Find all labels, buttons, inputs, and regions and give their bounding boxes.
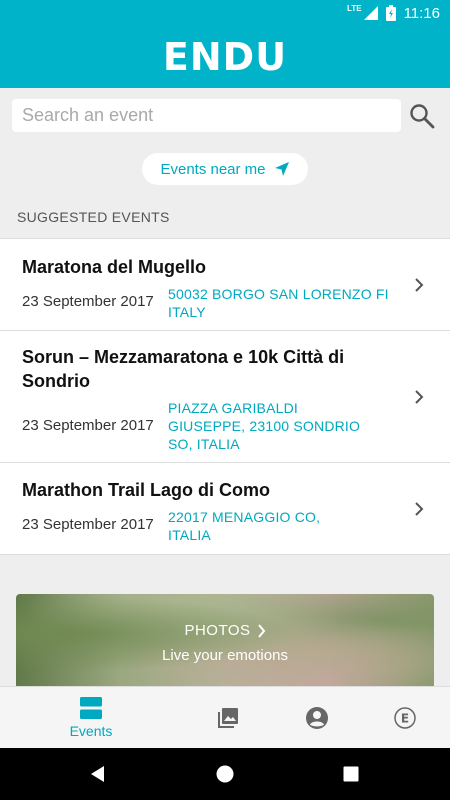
suggested-events-heading: SUGGESTED EVENTS	[17, 209, 170, 225]
event-title: Marathon Trail Lago di Como	[22, 480, 271, 500]
recents-button[interactable]	[321, 748, 381, 800]
events-near-me-button[interactable]: Events near me	[142, 153, 308, 185]
event-item[interactable]: Marathon Trail Lago di Como 23 September…	[0, 463, 450, 554]
nav-tab-endu[interactable]: E	[385, 687, 425, 749]
search-button[interactable]	[406, 100, 438, 132]
event-item[interactable]: Maratona del Mugello 23 September 2017 5…	[0, 239, 450, 331]
endu-e-icon: E	[394, 707, 416, 729]
search-icon	[410, 104, 435, 129]
battery-icon	[385, 5, 396, 21]
events-icon	[80, 697, 102, 719]
suggested-events-list: Maratona del Mugello 23 September 2017 5…	[0, 238, 450, 555]
nav-tab-photos[interactable]	[208, 687, 248, 749]
network-type: LTE	[347, 3, 362, 13]
search-input[interactable]	[12, 98, 401, 132]
chevron-right-icon	[415, 277, 424, 292]
search-row	[0, 88, 450, 142]
event-date: 23 September 2017	[22, 417, 154, 434]
back-icon	[91, 766, 104, 782]
photos-title: PHOTOS	[184, 622, 251, 639]
home-button[interactable]	[195, 748, 255, 800]
photos-link[interactable]: PHOTOS	[184, 622, 265, 639]
signal-icon	[363, 6, 378, 20]
events-near-me-label: Events near me	[160, 160, 266, 178]
event-item[interactable]: Sorun – Mezzamaratona e 10k Città di Son…	[0, 331, 450, 463]
event-title: Maratona del Mugello	[22, 257, 207, 277]
bottom-navigation: Events E	[0, 686, 450, 748]
clock: 11:16	[403, 4, 440, 22]
back-button[interactable]	[68, 748, 128, 800]
nav-tab-events-label: Events	[69, 723, 113, 739]
profile-icon	[306, 707, 328, 729]
nav-tab-profile[interactable]	[297, 687, 337, 749]
navigation-arrow-icon	[274, 162, 289, 176]
home-icon	[216, 765, 234, 783]
event-location: 22017 MENAGGIO CO, ITALIA	[168, 509, 321, 543]
nav-tab-events[interactable]: Events	[55, 687, 127, 749]
event-location: 50032 BORGO SAN LORENZO FI ITALY	[168, 286, 389, 320]
app-bar: ENDU	[0, 26, 450, 88]
photos-subtitle: Live your emotions	[162, 647, 288, 664]
photos-card[interactable]: PHOTOS Live your emotions	[16, 594, 434, 694]
system-navigation-bar	[0, 748, 450, 800]
app-logo: ENDU	[162, 35, 288, 79]
recents-icon	[343, 766, 359, 782]
status-bar: LTE 11:16	[0, 0, 450, 26]
chevron-right-icon	[257, 623, 265, 638]
chevron-right-icon	[415, 501, 424, 516]
svg-text:E: E	[401, 712, 409, 726]
event-title: Sorun – Mezzamaratona e 10k Città di Son…	[22, 347, 345, 391]
chevron-right-icon	[415, 389, 424, 404]
event-location: PIAZZA GARIBALDI GIUSEPPE, 23100 SONDRIO…	[168, 400, 361, 452]
event-date: 23 September 2017	[22, 516, 154, 533]
photos-icon	[218, 708, 238, 728]
event-date: 23 September 2017	[22, 293, 154, 310]
